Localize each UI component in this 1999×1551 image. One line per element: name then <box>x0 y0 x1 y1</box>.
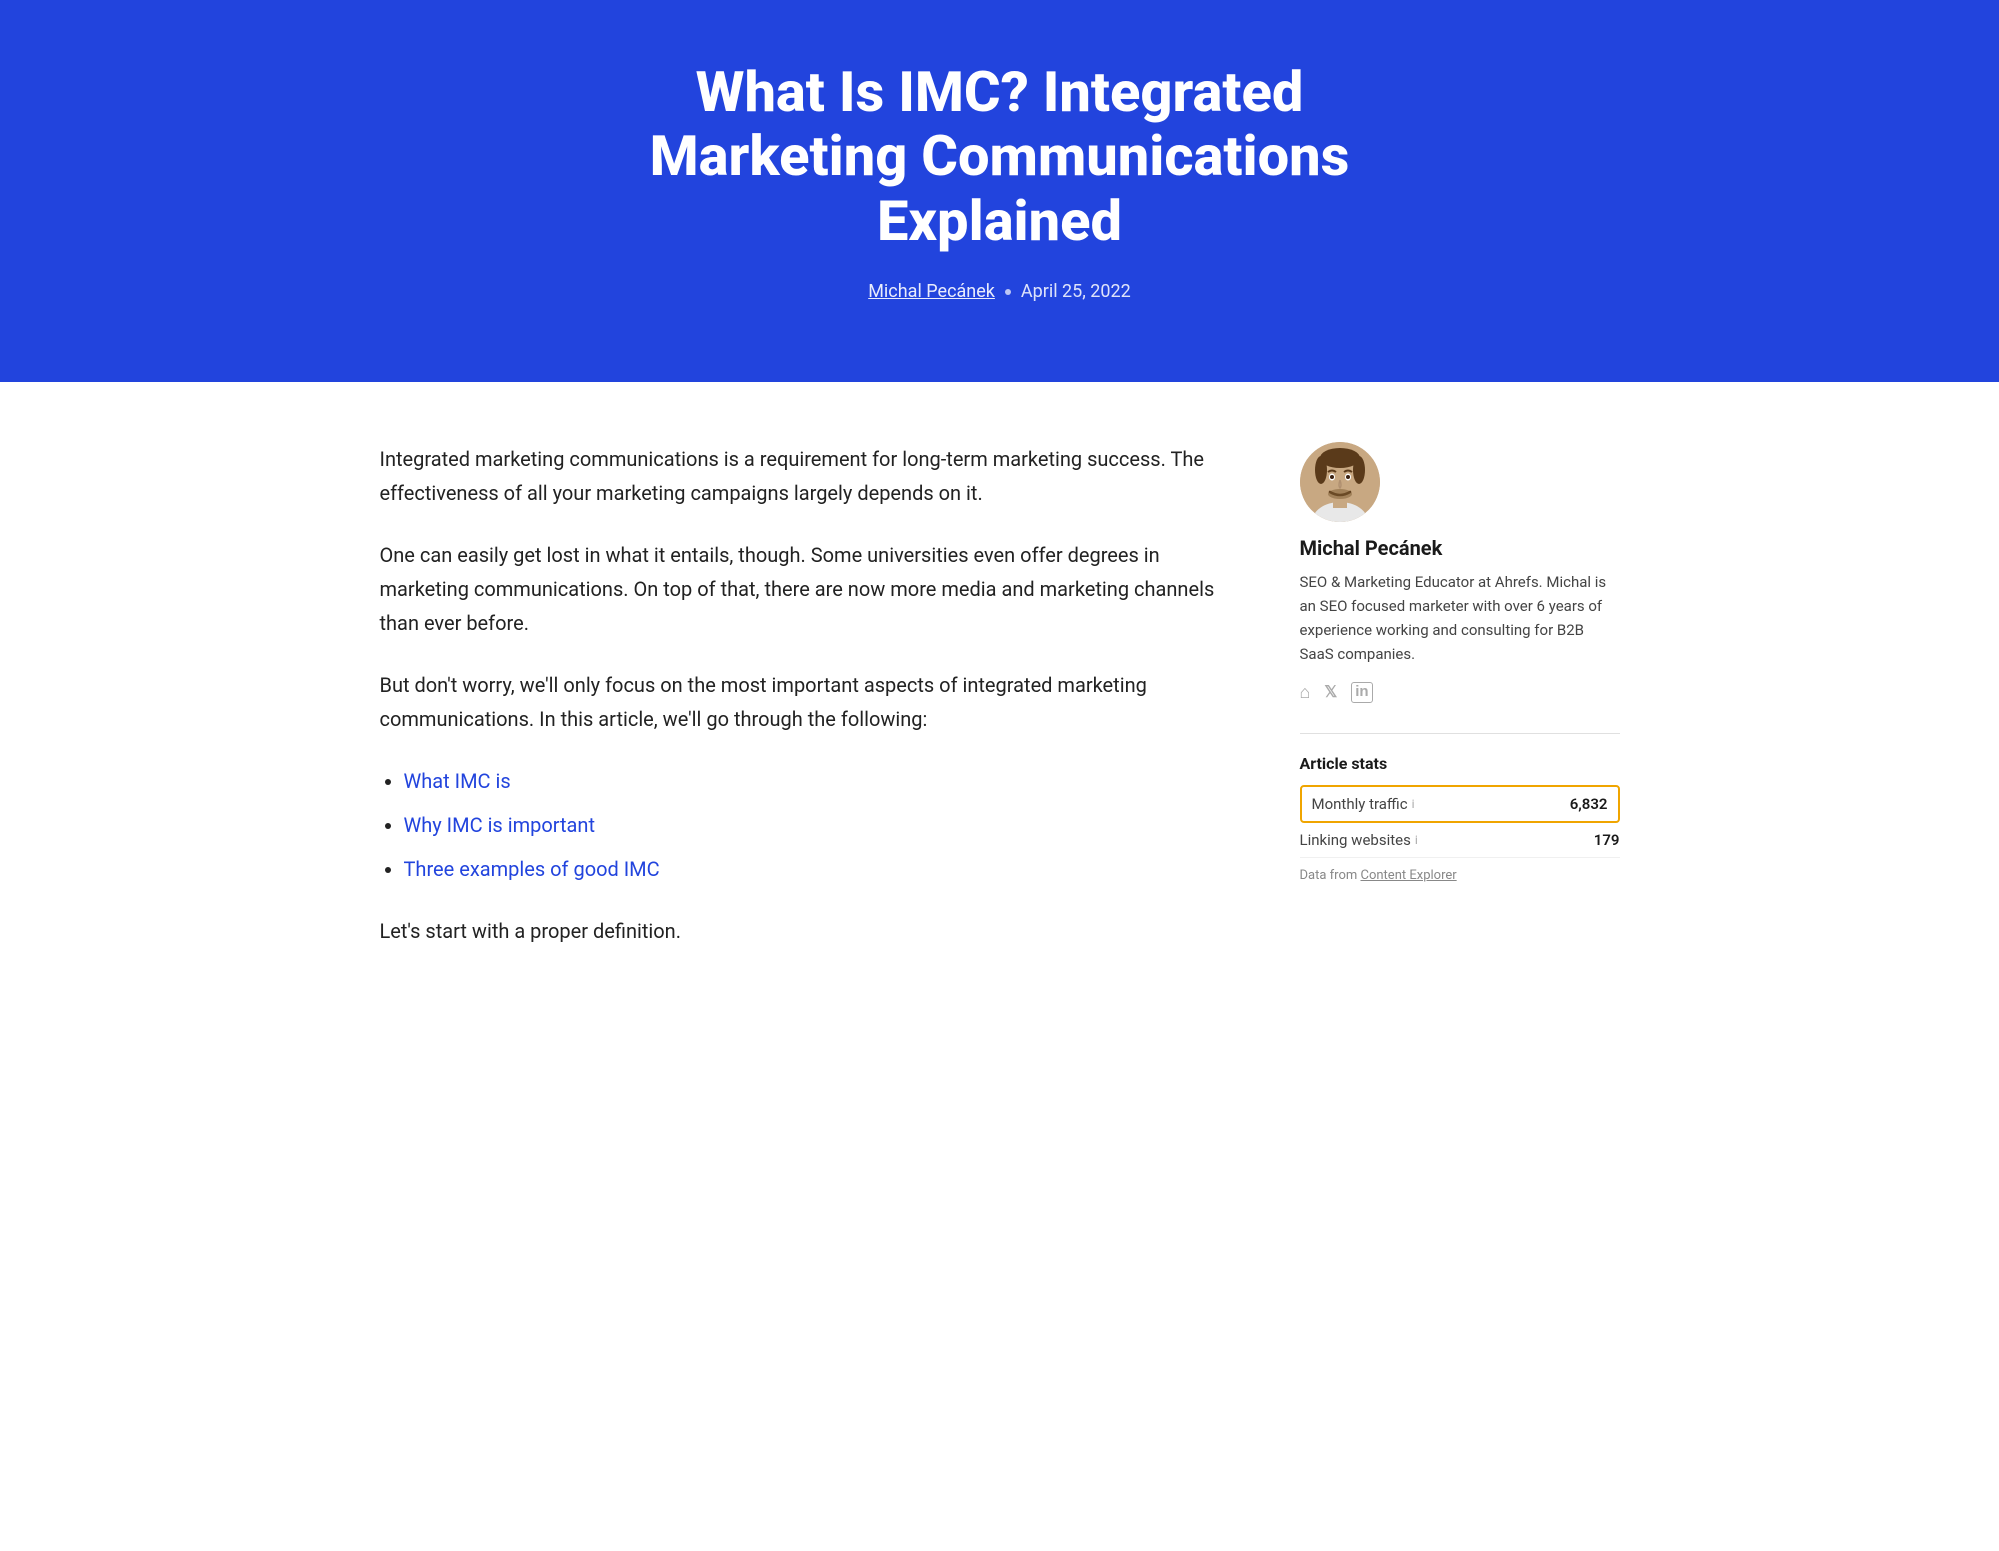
monthly-traffic-label: Monthly traffic i <box>1312 795 1415 813</box>
author-name: Michal Pecánek <box>1300 536 1620 560</box>
list-item: Three examples of good IMC <box>404 852 1220 886</box>
linking-websites-label: Linking websites i <box>1300 831 1418 849</box>
article-stats: Article stats Monthly traffic i 6,832 Li… <box>1300 733 1620 883</box>
intro-paragraph-2: One can easily get lost in what it entai… <box>380 538 1220 640</box>
list-item: What IMC is <box>404 764 1220 798</box>
page-title: What Is IMC? Integrated Marketing Commun… <box>600 60 1400 253</box>
stats-footer: Data from Content Explorer <box>1300 868 1620 883</box>
list-item: Why IMC is important <box>404 808 1220 842</box>
intro-paragraph-3: But don't worry, we'll only focus on the… <box>380 668 1220 736</box>
linking-websites-row: Linking websites i 179 <box>1300 823 1620 858</box>
hero-section: What Is IMC? Integrated Marketing Commun… <box>0 0 1999 382</box>
monthly-traffic-value: 6,832 <box>1570 795 1608 813</box>
toc-link-1[interactable]: What IMC is <box>404 769 511 793</box>
avatar-image <box>1300 442 1380 522</box>
article-stats-title: Article stats <box>1300 754 1620 773</box>
linking-websites-value: 179 <box>1594 831 1620 849</box>
toc-link-2[interactable]: Why IMC is important <box>404 813 596 837</box>
intro-paragraph-1: Integrated marketing communications is a… <box>380 442 1220 510</box>
content-explorer-link[interactable]: Content Explorer <box>1361 868 1457 883</box>
article-body: Integrated marketing communications is a… <box>380 442 1220 976</box>
author-card: Michal Pecánek SEO & Marketing Educator … <box>1300 442 1620 703</box>
closing-paragraph: Let's start with a proper definition. <box>380 914 1220 948</box>
meta-separator <box>1005 289 1011 295</box>
author-bio: SEO & Marketing Educator at Ahrefs. Mich… <box>1300 570 1620 666</box>
home-icon[interactable]: ⌂ <box>1300 682 1311 703</box>
content-wrapper: Integrated marketing communications is a… <box>300 382 1700 1036</box>
publish-date: April 25, 2022 <box>1021 281 1131 302</box>
toc-list: What IMC is Why IMC is important Three e… <box>404 764 1220 886</box>
hero-meta: Michal Pecánek April 25, 2022 <box>20 281 1979 302</box>
avatar <box>1300 442 1380 522</box>
linking-websites-info-icon[interactable]: i <box>1415 833 1418 847</box>
twitter-icon[interactable]: 𝕏 <box>1324 682 1337 703</box>
linkedin-icon[interactable]: in <box>1351 682 1372 703</box>
author-social-links: ⌂ 𝕏 in <box>1300 682 1620 703</box>
sidebar: Michal Pecánek SEO & Marketing Educator … <box>1300 442 1620 883</box>
toc-link-3[interactable]: Three examples of good IMC <box>404 857 660 881</box>
author-link[interactable]: Michal Pecánek <box>868 281 995 302</box>
monthly-traffic-row: Monthly traffic i 6,832 <box>1300 785 1620 823</box>
monthly-traffic-info-icon[interactable]: i <box>1412 797 1415 811</box>
